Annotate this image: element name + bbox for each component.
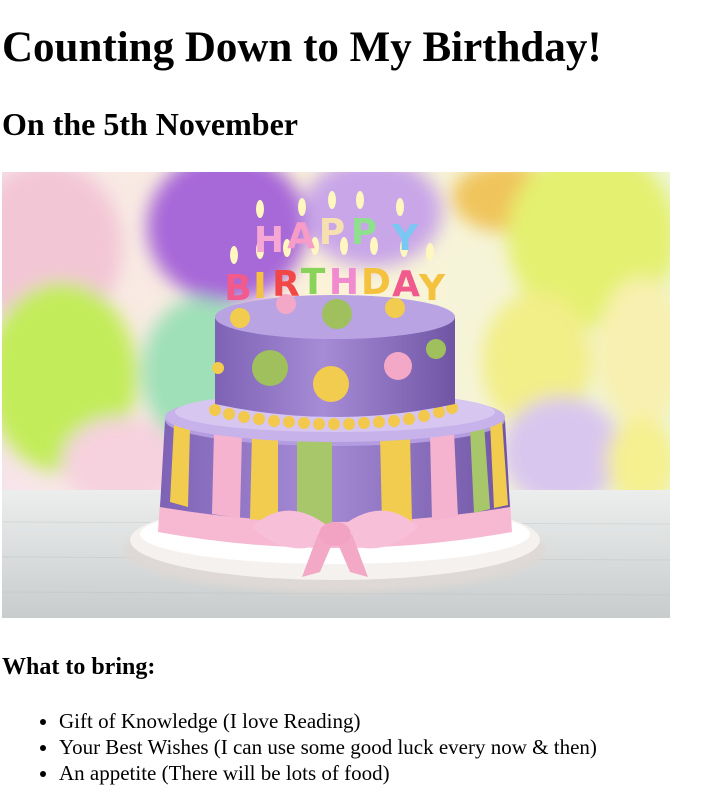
svg-text:D: D [361,262,391,303]
bring-list: Gift of Knowledge (I love Reading) Your … [0,708,597,786]
svg-text:R: R [272,264,300,305]
list-item: Gift of Knowledge (I love Reading) [59,708,597,734]
page-title: Counting Down to My Birthday! [2,24,602,71]
birthday-cake-image: H A P P Y B I R T H D A Y [2,172,670,618]
svg-text:H: H [329,262,359,303]
svg-text:I: I [253,266,266,307]
svg-text:H: H [254,220,284,261]
what-to-bring-heading: What to bring: [2,654,156,680]
svg-text:P: P [351,212,377,253]
svg-text:A: A [287,216,315,257]
list-item: An appetite (There will be lots of food) [59,760,597,786]
birthday-date-subtitle: On the 5th November [2,106,298,142]
svg-text:P: P [319,212,345,253]
svg-text:Y: Y [418,268,446,309]
svg-text:B: B [224,268,251,309]
svg-text:Y: Y [391,218,419,259]
svg-text:T: T [301,262,326,303]
list-item: Your Best Wishes (I can use some good lu… [59,734,597,760]
svg-text:A: A [392,264,420,305]
